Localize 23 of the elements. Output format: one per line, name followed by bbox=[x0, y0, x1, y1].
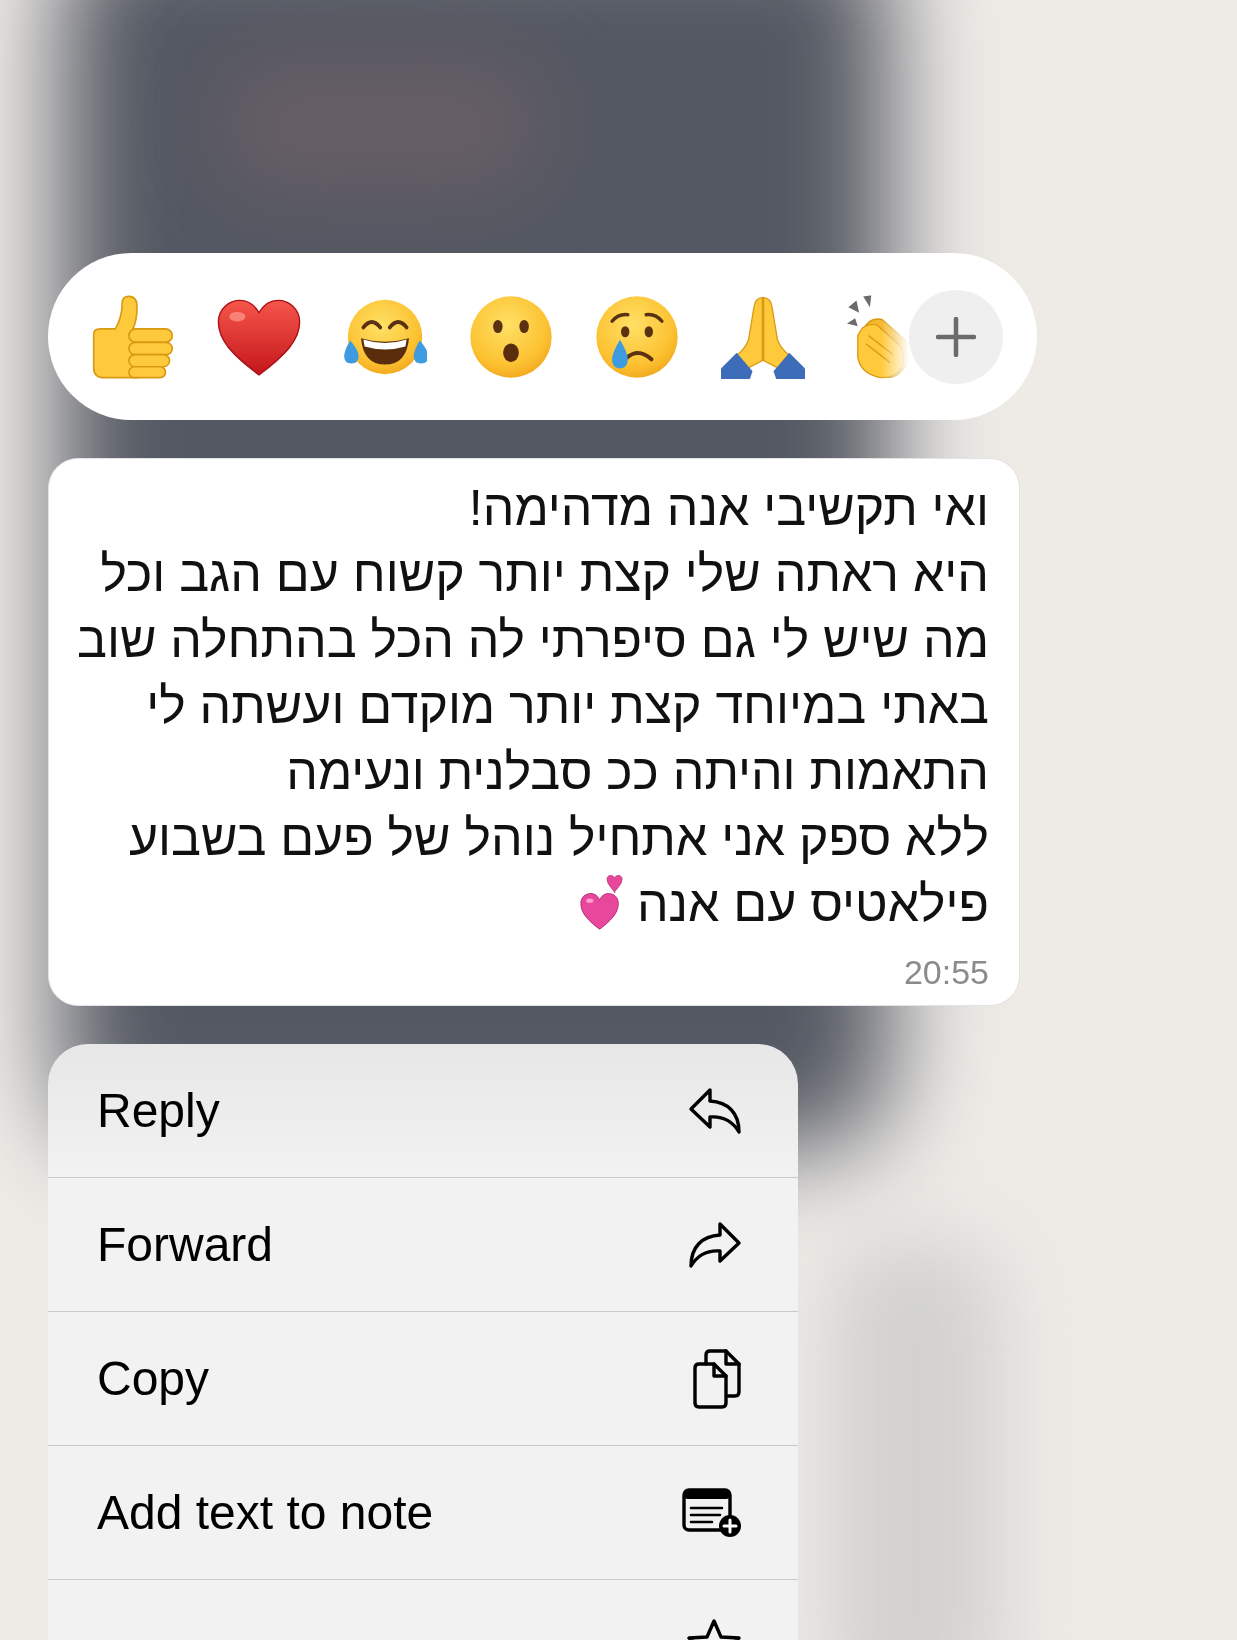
message-line: היא ראתה שלי קצת יותר קשוח עם הגב וכל bbox=[100, 545, 989, 604]
thumbs-up-icon[interactable] bbox=[91, 294, 175, 379]
menu-item[interactable]: Add text to note bbox=[48, 1446, 798, 1580]
message-line: ואי תקשיבי אנה מדהימה! bbox=[468, 479, 989, 538]
menu-item[interactable]: Reply bbox=[48, 1044, 798, 1178]
reply-arrow-icon bbox=[688, 1086, 742, 1135]
menu-item[interactable]: Forward bbox=[48, 1178, 798, 1312]
plus-icon bbox=[936, 316, 976, 357]
message-line: מה שיש לי גם סיפרתי לה הכל בהתחלה שוב bbox=[77, 611, 989, 670]
forward-arrow-icon bbox=[688, 1220, 742, 1269]
surprised-face-icon[interactable] bbox=[469, 294, 553, 379]
message-line: ללא ספק אני אתחיל נוהל של פעם בשבוע bbox=[128, 809, 989, 868]
note-add-icon bbox=[682, 1487, 742, 1538]
praying-hands-icon[interactable] bbox=[721, 294, 805, 379]
message-line: פילאטיס עם אנה bbox=[636, 875, 989, 934]
menu-item[interactable]: Copy bbox=[48, 1312, 798, 1446]
message-line: התאמות והיתה ככ סבלנית ונעימה bbox=[286, 743, 989, 802]
clapping-hands-icon[interactable] bbox=[847, 294, 909, 379]
copy-icon bbox=[692, 1347, 742, 1410]
message-line: באתי במיוחד קצת יותר מוקדם ועשתה לי bbox=[146, 677, 989, 736]
star-icon bbox=[686, 1618, 742, 1640]
crying-face-icon[interactable] bbox=[595, 294, 679, 379]
message-time: 20:55 bbox=[903, 952, 989, 992]
